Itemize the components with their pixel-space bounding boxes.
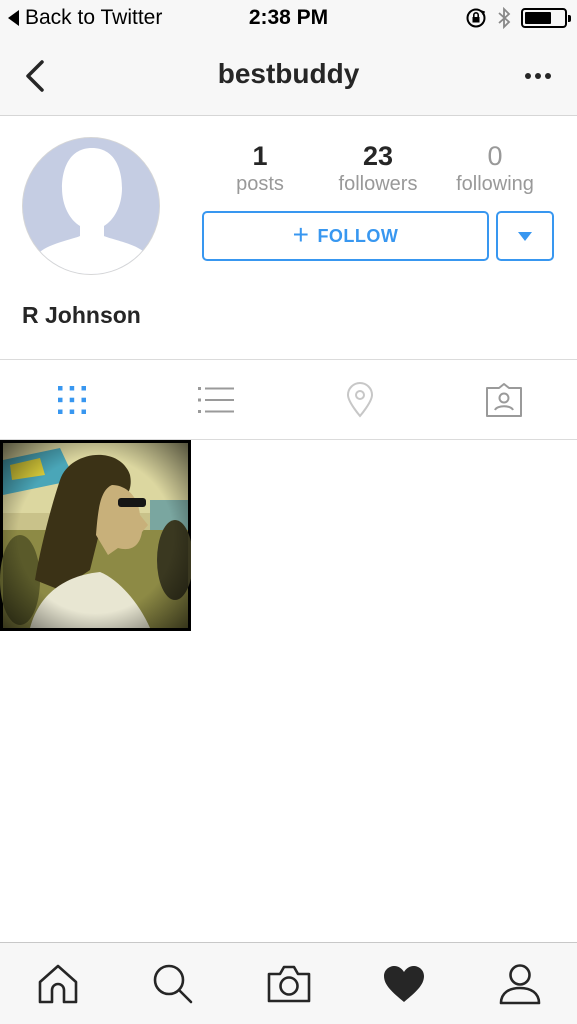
avatar[interactable] (22, 137, 160, 275)
post-photo (0, 443, 191, 628)
tab-list[interactable] (144, 360, 288, 440)
list-icon (198, 387, 234, 413)
nav-bar: bestbuddy (0, 36, 577, 116)
following-label: following (456, 173, 534, 195)
more-dots-icon[interactable] (523, 64, 553, 88)
default-avatar-icon (23, 138, 159, 274)
tab-grid[interactable] (0, 360, 144, 440)
tab-tagged[interactable] (432, 360, 576, 440)
orientation-lock-icon (466, 8, 486, 28)
profile-tabs (0, 359, 577, 440)
plus-icon: + (292, 218, 310, 250)
profile-full-name: R Johnson (22, 302, 141, 328)
tab-camera[interactable] (231, 943, 346, 1024)
status-bar: Back to Twitter 2:38 PM (0, 0, 577, 36)
followers-count: 23 (362, 141, 394, 171)
tab-activity[interactable] (346, 943, 461, 1024)
page-title: bestbuddy (217, 58, 360, 89)
battery-icon (521, 8, 571, 28)
grid-icon (58, 386, 86, 414)
following-count: 0 (487, 141, 503, 171)
follow-button[interactable]: + FOLLOW (202, 211, 489, 261)
tab-profile[interactable] (462, 943, 577, 1024)
post-thumbnail[interactable] (0, 440, 191, 631)
tab-search[interactable] (115, 943, 230, 1024)
triangle-down-icon (518, 231, 532, 241)
bottom-tab-bar (0, 942, 577, 1024)
home-icon (38, 964, 77, 1004)
followers-stat[interactable]: 23 followers (323, 140, 433, 196)
suggestions-dropdown-button[interactable] (496, 211, 554, 261)
posts-label: posts (236, 173, 284, 195)
posts-stat[interactable]: 1 posts (205, 140, 315, 196)
user-icon (499, 964, 540, 1005)
search-icon (153, 964, 192, 1004)
tab-location[interactable] (288, 360, 432, 440)
following-stat[interactable]: 0 following (440, 140, 550, 196)
location-pin-icon (346, 382, 374, 418)
follow-button-label: FOLLOW (317, 225, 399, 246)
followers-label: followers (338, 173, 418, 195)
bluetooth-icon (498, 7, 511, 29)
posts-count: 1 (252, 141, 268, 171)
camera-icon (267, 965, 310, 1003)
status-icons (465, 7, 571, 29)
tab-home[interactable] (0, 943, 115, 1024)
tagged-user-icon (486, 383, 522, 417)
heart-icon (383, 966, 424, 1002)
